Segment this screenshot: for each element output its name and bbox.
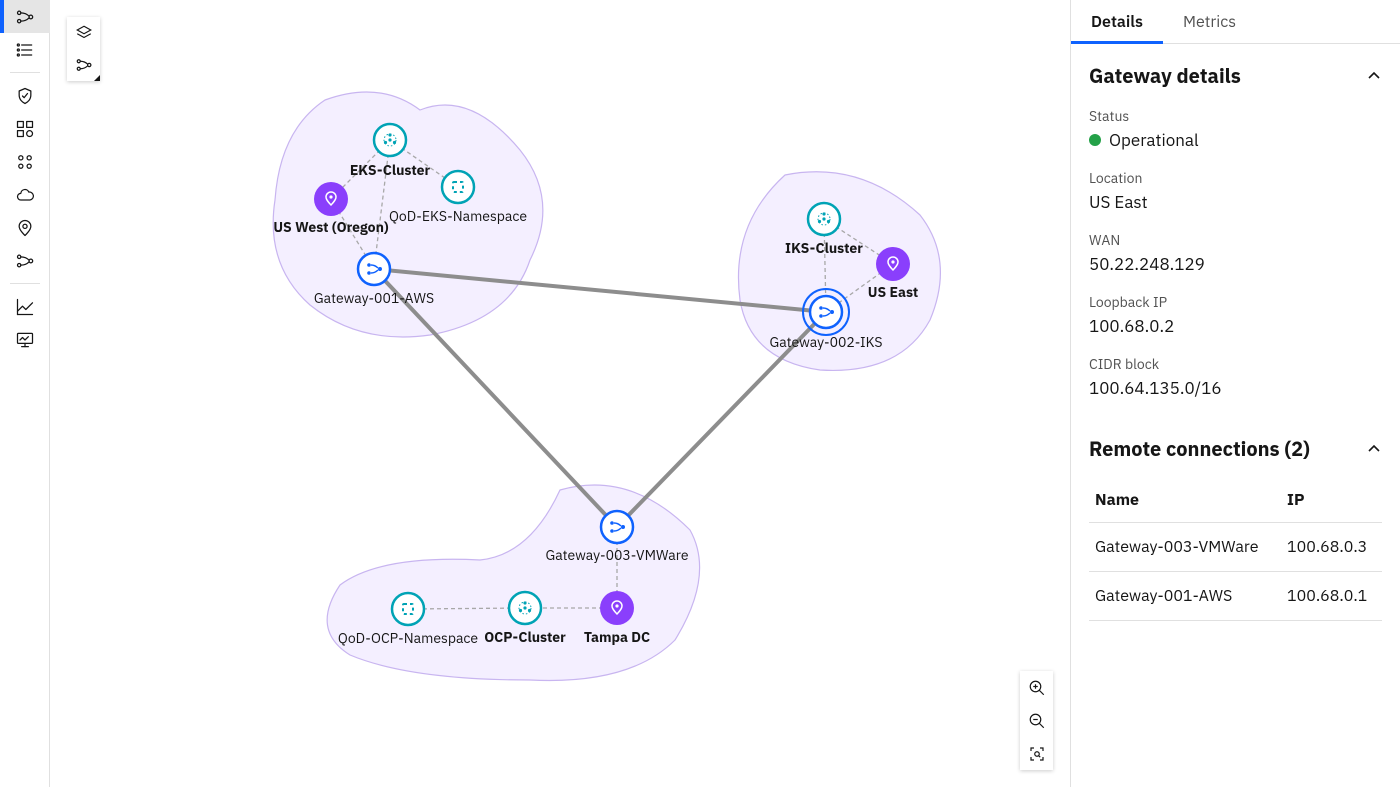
node-label: IKS-Cluster xyxy=(785,239,863,257)
node-label: US East xyxy=(868,283,919,301)
zoom-fit-button[interactable] xyxy=(1020,737,1053,770)
node-label: OCP-Cluster xyxy=(484,628,566,646)
details-side-panel: DetailsMetrics Gateway details Status Op… xyxy=(1070,0,1400,787)
location-icon xyxy=(15,218,35,238)
node-label: QoD-OCP-Namespace xyxy=(338,629,478,647)
shield-icon xyxy=(15,86,35,106)
rail-item-monitor[interactable] xyxy=(0,323,50,356)
col-ip: IP xyxy=(1281,478,1382,523)
col-name: Name xyxy=(1089,478,1281,523)
node-label: US West (Oregon) xyxy=(273,218,389,236)
conn-name: Gateway-001-AWS xyxy=(1089,572,1281,621)
zoom-in-icon xyxy=(1028,679,1046,697)
table-row[interactable]: Gateway-003-VMWare100.68.0.3 xyxy=(1089,523,1382,572)
rail-item-gateway[interactable] xyxy=(0,244,50,277)
conn-name: Gateway-003-VMWare xyxy=(1089,523,1281,572)
gateway-icon xyxy=(15,251,35,271)
node-label: EKS-Cluster xyxy=(350,161,431,179)
chevron-up-icon xyxy=(1366,68,1382,84)
location-value: US East xyxy=(1089,191,1382,213)
location-label: Location xyxy=(1089,169,1382,187)
status-label: Status xyxy=(1089,107,1382,125)
zoom-out-button[interactable] xyxy=(1020,704,1053,737)
wan-value: 50.22.248.129 xyxy=(1089,253,1382,275)
rail-item-applications[interactable] xyxy=(0,112,50,145)
left-nav-rail xyxy=(0,0,50,787)
node-label: Tampa DC xyxy=(584,628,650,646)
status-dot-icon xyxy=(1089,134,1101,146)
zoom-toolbar xyxy=(1020,671,1053,770)
wan-label: WAN xyxy=(1089,231,1382,249)
conn-ip: 100.68.0.1 xyxy=(1281,572,1382,621)
rail-item-services[interactable] xyxy=(0,145,50,178)
panel-tabs: DetailsMetrics xyxy=(1071,0,1400,44)
applications-icon xyxy=(15,119,35,139)
layers-icon xyxy=(75,24,93,42)
chevron-up-icon xyxy=(1366,441,1382,457)
status-value: Operational xyxy=(1109,129,1199,151)
monitor-icon xyxy=(15,330,35,350)
loopback-label: Loopback IP xyxy=(1089,293,1382,311)
remote-connections-header[interactable]: Remote connections (2) xyxy=(1089,417,1382,470)
list-icon xyxy=(15,40,35,60)
node-label: Gateway-002-IKS xyxy=(769,333,882,351)
conn-ip: 100.68.0.3 xyxy=(1281,523,1382,572)
services-icon xyxy=(15,152,35,172)
graph-tool[interactable] xyxy=(67,49,100,81)
network-topology-icon xyxy=(15,7,35,27)
tab-metrics[interactable]: Metrics xyxy=(1163,0,1256,43)
rail-item-location[interactable] xyxy=(0,211,50,244)
cidr-value: 100.64.135.0/16 xyxy=(1089,377,1382,399)
graph-icon xyxy=(75,56,93,74)
rail-item-chart[interactable] xyxy=(0,290,50,323)
topology-canvas[interactable]: EKS-Cluster QoD-EKS-NamespaceUS West (Ore… xyxy=(50,0,1070,787)
remote-connections-title: Remote connections (2) xyxy=(1089,435,1310,462)
panel-body: Gateway details Status Operational Locat… xyxy=(1071,44,1400,787)
table-row[interactable]: Gateway-001-AWS100.68.0.1 xyxy=(1089,572,1382,621)
gateway-details-title: Gateway details xyxy=(1089,62,1241,89)
node-label: Gateway-003-VMWare xyxy=(545,546,688,564)
node-label: QoD-EKS-Namespace xyxy=(389,207,527,225)
cidr-label: CIDR block xyxy=(1089,355,1382,373)
remote-connections-table: Name IP Gateway-003-VMWare100.68.0.3Gate… xyxy=(1089,478,1382,621)
topology-svg[interactable]: EKS-Cluster QoD-EKS-NamespaceUS West (Ore… xyxy=(50,0,1070,787)
zoom-out-icon xyxy=(1028,712,1046,730)
loopback-value: 100.68.0.2 xyxy=(1089,315,1382,337)
rail-item-cloud[interactable] xyxy=(0,178,50,211)
rail-item-shield[interactable] xyxy=(0,79,50,112)
zoom-fit-icon xyxy=(1028,745,1046,763)
rail-divider xyxy=(10,283,40,284)
tab-details[interactable]: Details xyxy=(1071,0,1163,43)
canvas-toolbar xyxy=(67,17,100,81)
rail-divider xyxy=(10,72,40,73)
rail-item-list[interactable] xyxy=(0,33,50,66)
zoom-in-button[interactable] xyxy=(1020,671,1053,704)
gateway-details-header[interactable]: Gateway details xyxy=(1089,44,1382,97)
layers-tool[interactable] xyxy=(67,17,100,49)
rail-item-network-topology[interactable] xyxy=(0,0,50,33)
chart-icon xyxy=(15,297,35,317)
region-blob-south xyxy=(327,485,699,681)
cloud-icon xyxy=(15,185,35,205)
node-label: Gateway-001-AWS xyxy=(314,289,434,307)
